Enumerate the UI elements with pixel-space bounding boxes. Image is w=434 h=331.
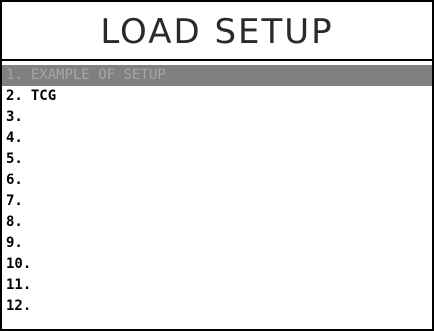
setup-list-item-1[interactable]: 1. EXAMPLE OF SETUP (2, 65, 432, 86)
setup-list-item-9[interactable]: 9. (2, 233, 432, 254)
title-bar: LOAD SETUP (2, 2, 432, 61)
setup-name: TCG (30, 88, 57, 104)
setup-list-item-10[interactable]: 10. (2, 254, 432, 275)
setup-number: 10. (6, 256, 32, 272)
setup-number: 6. (6, 172, 23, 188)
setup-list-item-11[interactable]: 11. (2, 275, 432, 296)
setup-number: 11. (6, 277, 32, 293)
setup-list-item-5[interactable]: 5. (2, 149, 432, 170)
setup-number: 5. (6, 151, 23, 167)
setup-list-item-2[interactable]: 2. TCG (2, 86, 432, 107)
load-setup-window: LOAD SETUP 1. EXAMPLE OF SETUP 2. TCG 3. 4… (0, 0, 434, 331)
setup-number: 2. (6, 88, 23, 104)
setup-list-item-6[interactable]: 6. (2, 170, 432, 191)
setup-list-item-8[interactable]: 8. (2, 212, 432, 233)
setup-number: 12. (6, 298, 32, 314)
setup-number: 9. (6, 235, 23, 251)
setup-number: 7. (6, 193, 23, 209)
setup-number: 1. (6, 67, 23, 83)
page-title: LOAD SETUP (100, 11, 334, 52)
setup-number: 3. (6, 109, 23, 125)
setup-list-item-4[interactable]: 4. (2, 128, 432, 149)
setup-list-item-7[interactable]: 7. (2, 191, 432, 212)
setup-list-item-3[interactable]: 3. (2, 107, 432, 128)
setup-name: EXAMPLE OF SETUP (30, 67, 166, 83)
setup-list: 1. EXAMPLE OF SETUP 2. TCG 3. 4. 5. 6. 7. … (2, 65, 432, 317)
setup-list-item-12[interactable]: 12. (2, 296, 432, 317)
setup-number: 4. (6, 130, 23, 146)
setup-number: 8. (6, 214, 23, 230)
